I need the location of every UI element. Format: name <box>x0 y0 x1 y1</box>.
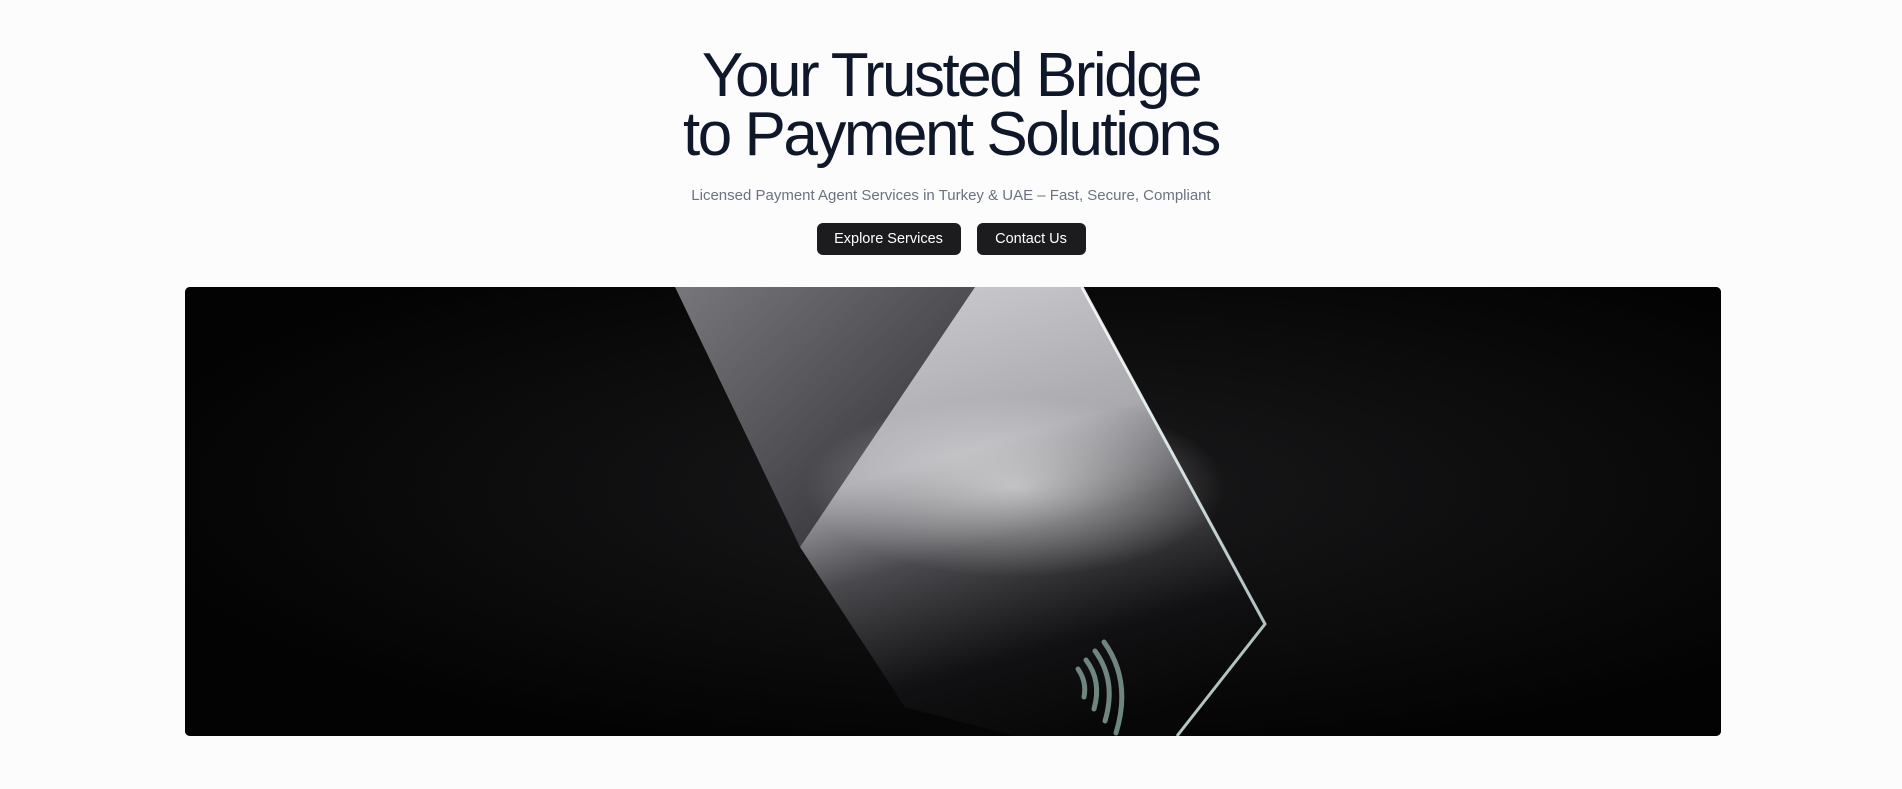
card-illustration <box>185 287 1721 736</box>
hero-section: Your Trusted Bridge to Payment Solutions… <box>0 0 1902 789</box>
explore-services-button[interactable]: Explore Services <box>816 223 961 255</box>
hero-title-line-1: Your Trusted Bridge <box>701 41 1203 110</box>
card-highlight <box>805 397 1225 577</box>
hero-title-line-2: to Payment Solutions <box>683 100 1221 169</box>
card-image <box>185 287 1721 736</box>
hero-actions: Explore Services Contact Us <box>0 223 1902 255</box>
hero-title: Your Trusted Bridge to Payment Solutions <box>0 41 1902 169</box>
hero-subtitle: Licensed Payment Agent Services in Turke… <box>691 187 1211 204</box>
contact-us-button[interactable]: Contact Us <box>976 223 1086 255</box>
